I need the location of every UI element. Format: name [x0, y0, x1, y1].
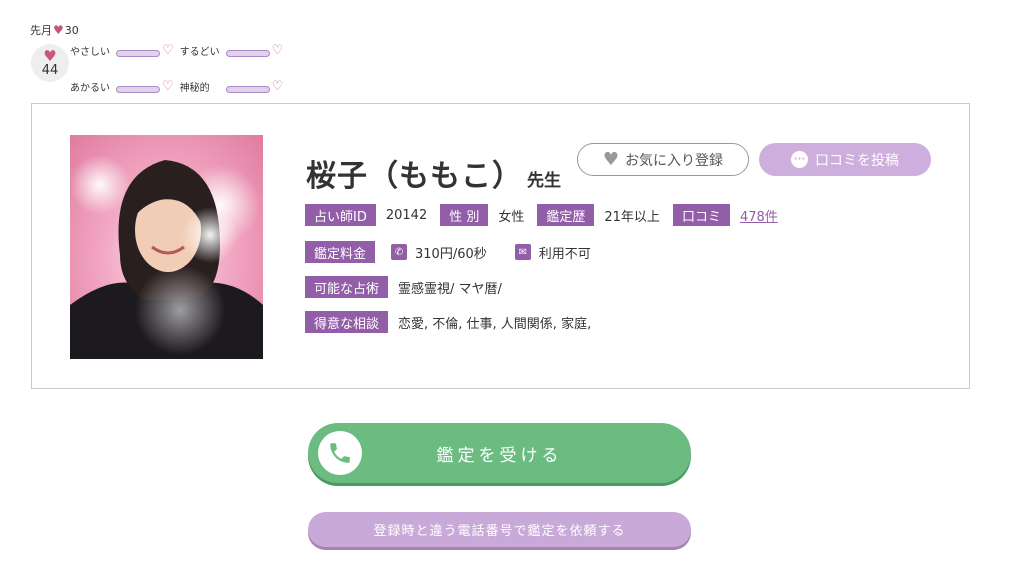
start-reading-label: 鑑定を受ける	[436, 445, 563, 466]
mail-fee-value: 利用不可	[538, 246, 591, 262]
profile-photo	[70, 135, 263, 359]
trait-bar	[225, 85, 270, 93]
post-review-button[interactable]: ··· 口コミを投稿	[759, 143, 931, 176]
fortune-teller-profile-card: 桜子（ももこ） 先生 ♥ お気に入り登録 ··· 口コミを投稿 占い師ID 20…	[31, 103, 970, 389]
specialties-row: 得意な相談 恋愛, 不倫, 仕事, 人間関係, 家庭,	[305, 311, 604, 333]
trait-label: するどい	[179, 46, 220, 58]
methods-row: 可能な占術 霊感霊視/ マヤ暦/	[305, 276, 515, 298]
heart-icon: ♥	[53, 23, 64, 37]
reviews-tag: 口コミ	[672, 204, 730, 226]
trait-bar	[225, 49, 270, 57]
trait-label: 神秘的	[179, 82, 210, 94]
heart-outline-icon: ♡	[162, 78, 174, 94]
trait-bar	[116, 85, 160, 93]
reviews-count-link[interactable]: 478件	[740, 206, 778, 225]
total-hearts-count: 44	[41, 62, 59, 78]
heart-icon: ♥	[43, 46, 57, 65]
fortune-teller-name: 桜子（ももこ）	[306, 159, 523, 194]
trait-label: あかるい	[70, 82, 110, 94]
methods-value: 霊感霊視/ マヤ暦/	[398, 281, 502, 297]
gender-tag: 性 別	[440, 204, 489, 226]
last-month-rating: 先月 ♥ 30	[30, 22, 79, 38]
speech-bubble-icon: ···	[791, 151, 808, 168]
name-heading: 桜子（ももこ） 先生	[306, 151, 561, 195]
trait-item: 神秘的 ♡	[180, 79, 290, 94]
phone-fee-value: 310円/60秒	[415, 246, 487, 262]
request-with-different-number-button[interactable]: 登録時と違う電話番号で鑑定を依頼する	[308, 512, 691, 547]
last-month-label: 先月	[30, 24, 52, 37]
heart-outline-icon: ♡	[271, 78, 284, 94]
heart-outline-icon: ♡	[162, 42, 174, 58]
trait-item: あかるい ♡	[70, 79, 180, 94]
gender-value: 女性	[498, 209, 525, 225]
total-hearts-badge: ♥ 44	[31, 44, 69, 82]
trait-row: あかるい ♡ 神秘的 ♡	[70, 78, 289, 94]
specialties-tag: 得意な相談	[305, 311, 389, 333]
fee-row: 鑑定料金 ✆ 310円/60秒 ✉ 利用不可	[305, 241, 591, 263]
id-value: 20142	[385, 207, 428, 223]
add-favorite-label: お気に入り登録	[625, 152, 724, 169]
trait-row: やさしい ♡ するどい ♡	[70, 42, 289, 58]
specialties-value: 恋愛, 不倫, 仕事, 人間関係, 家庭,	[398, 316, 592, 332]
fee-tag: 鑑定料金	[305, 241, 376, 263]
heart-outline-icon: ♡	[271, 42, 284, 58]
id-tag: 占い師ID	[305, 204, 376, 226]
trait-item: するどい ♡	[180, 43, 290, 58]
portrait-image	[70, 155, 263, 359]
trait-item: やさしい ♡	[70, 43, 180, 58]
mail-icon: ✉	[514, 244, 531, 260]
trait-label: やさしい	[70, 46, 110, 58]
trait-bar	[116, 49, 160, 57]
request-with-different-number-label: 登録時と違う電話番号で鑑定を依頼する	[373, 524, 626, 539]
start-reading-button[interactable]: 鑑定を受ける	[308, 423, 691, 483]
post-review-label: 口コミを投稿	[815, 152, 899, 169]
phone-icon	[318, 431, 362, 475]
heart-icon: ♥	[602, 149, 620, 170]
methods-tag: 可能な占術	[305, 276, 389, 298]
last-month-count: 30	[64, 23, 79, 37]
name-suffix: 先生	[527, 171, 561, 191]
add-favorite-button[interactable]: ♥ お気に入り登録	[577, 143, 749, 176]
profile-info-row: 占い師ID 20142 性 別 女性 鑑定歴 21年以上 口コミ 478件	[305, 204, 778, 226]
experience-tag: 鑑定歴	[537, 204, 595, 226]
experience-value: 21年以上	[604, 209, 660, 225]
phone-icon: ✆	[391, 244, 408, 260]
